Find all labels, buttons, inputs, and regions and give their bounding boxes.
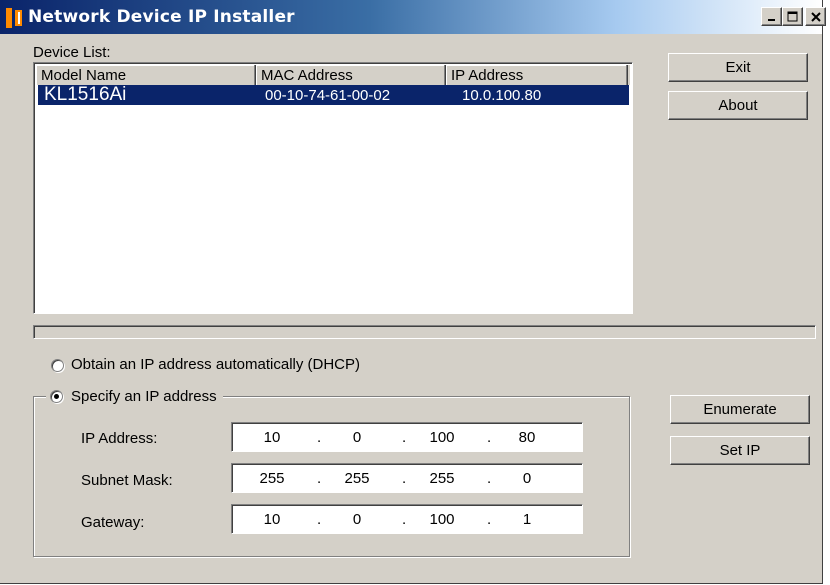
ip-separator: .	[487, 469, 492, 487]
gateway-octet-2[interactable]: 0	[332, 505, 382, 533]
ip-address-field[interactable]: 10 . 0 . 100 . 80	[231, 422, 583, 452]
gateway-field[interactable]: 10 . 0 . 100 . 1	[231, 504, 583, 534]
maximize-button[interactable]	[782, 7, 803, 26]
gateway-octet-3[interactable]: 100	[417, 505, 467, 533]
ip-separator: .	[317, 428, 322, 446]
static-ip-option[interactable]: Specify an IP address	[46, 386, 223, 406]
ip-octet-2[interactable]: 0	[332, 423, 382, 451]
dhcp-radio[interactable]	[51, 359, 64, 372]
ip-separator: .	[402, 469, 407, 487]
column-header-model[interactable]: Model Name	[36, 65, 256, 85]
minimize-button[interactable]	[761, 7, 782, 26]
maximize-icon	[787, 11, 798, 22]
subnet-octet-2[interactable]: 255	[332, 464, 382, 492]
app-window: Network Device IP Installer Device List:…	[0, 0, 826, 584]
gateway-octet-4[interactable]: 1	[502, 505, 552, 533]
gateway-octet-1[interactable]: 10	[247, 505, 297, 533]
ip-separator: .	[402, 428, 407, 446]
device-ip-cell: 10.0.100.80	[462, 86, 542, 104]
device-model-cell: KL1516Ai	[44, 84, 127, 105]
gateway-label: Gateway:	[81, 514, 145, 531]
subnet-octet-1[interactable]: 255	[247, 464, 297, 492]
ip-address-label: IP Address:	[81, 430, 158, 447]
subnet-mask-field[interactable]: 255 . 255 . 255 . 0	[231, 463, 583, 493]
subnet-octet-4[interactable]: 0	[502, 464, 552, 492]
device-list-label: Device List:	[33, 44, 111, 61]
title-bar[interactable]: Network Device IP Installer	[0, 0, 826, 34]
about-button[interactable]: About	[668, 91, 808, 120]
ip-separator: .	[317, 510, 322, 528]
ip-separator: .	[487, 428, 492, 446]
progress-bar	[33, 325, 816, 339]
device-list-header: Model Name MAC Address IP Address	[36, 65, 630, 85]
ip-separator: .	[402, 510, 407, 528]
ip-octet-3[interactable]: 100	[417, 423, 467, 451]
ip-separator: .	[487, 510, 492, 528]
subnet-octet-3[interactable]: 255	[417, 464, 467, 492]
exit-button[interactable]: Exit	[668, 53, 808, 82]
dhcp-label[interactable]: Obtain an IP address automatically (DHCP…	[71, 356, 360, 373]
column-header-ip[interactable]: IP Address	[446, 65, 628, 85]
ip-octet-1[interactable]: 10	[247, 423, 297, 451]
device-mac-cell: 00-10-74-61-00-02	[265, 86, 391, 104]
device-list[interactable]: Model Name MAC Address IP Address KL1516…	[33, 62, 633, 314]
static-ip-label[interactable]: Specify an IP address	[71, 388, 217, 405]
static-ip-radio[interactable]	[50, 389, 63, 403]
radio-selected-dot	[54, 393, 59, 399]
app-icon[interactable]	[6, 8, 22, 28]
ip-octet-4[interactable]: 80	[502, 423, 552, 451]
enumerate-button[interactable]: Enumerate	[670, 395, 810, 424]
ip-separator: .	[317, 469, 322, 487]
window-title: Network Device IP Installer	[28, 7, 295, 27]
column-header-mac[interactable]: MAC Address	[256, 65, 446, 85]
close-icon	[810, 11, 821, 22]
set-ip-button[interactable]: Set IP	[670, 436, 810, 465]
subnet-mask-label: Subnet Mask:	[81, 472, 173, 489]
close-button[interactable]	[805, 7, 826, 26]
device-row[interactable]: KL1516Ai 00-10-74-61-00-02 10.0.100.80	[38, 84, 629, 105]
minimize-icon	[767, 18, 775, 21]
